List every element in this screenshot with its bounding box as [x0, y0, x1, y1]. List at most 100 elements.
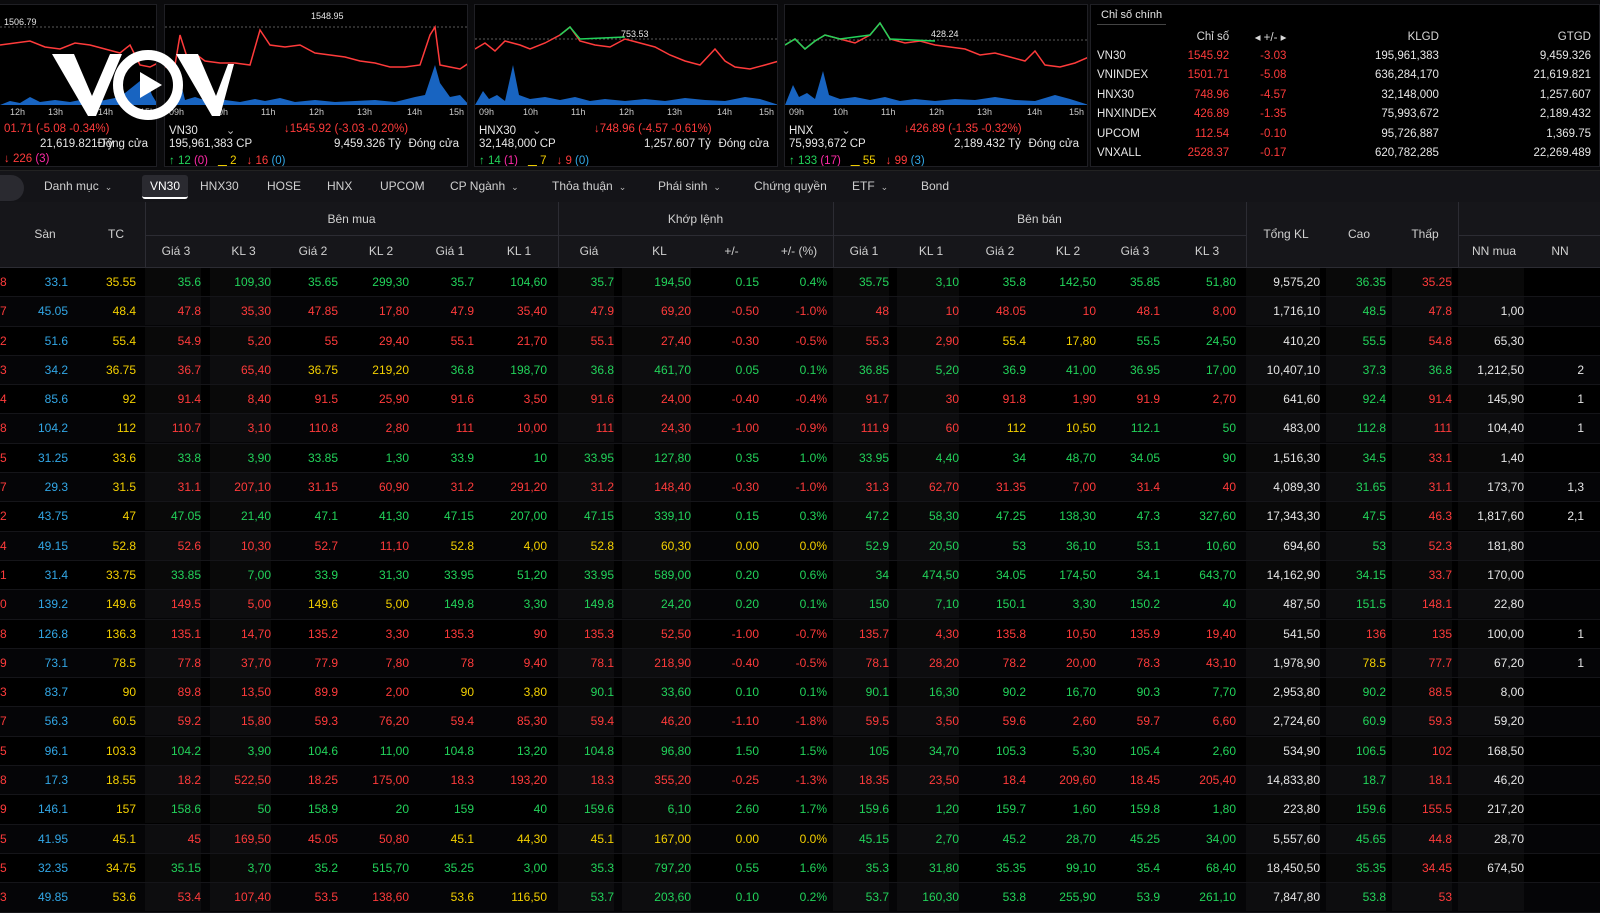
cell-match-change-pct: 0.1% — [799, 685, 827, 700]
index-row[interactable]: HNXINDEX 426.89 -1.35 75,993,672 2,189.432 — [1091, 105, 1599, 125]
tab-cp-ngành[interactable]: CP Ngành ⌄ — [450, 179, 519, 193]
cell-reference: 136.3 — [105, 626, 136, 641]
hnx30-chart-panel[interactable]: 753.53 09h 10h 11h 12h 13h 14h 15h HNX30… — [474, 4, 778, 167]
table-row[interactable]: 5 32.35 34.75 35.15 3,70 35.2 515,70 35.25 3,00 3… — [0, 854, 1600, 884]
cell-ask-vol-3: 51,80 — [1205, 275, 1236, 289]
tab-upcom[interactable]: UPCOM — [380, 179, 425, 193]
down-arrow-icon: ↓ — [4, 153, 10, 165]
cell-ceiling: 9 — [0, 802, 7, 817]
index-row[interactable]: UPCOM 112.54 -0.10 95,726,887 1,369.75 — [1091, 124, 1599, 144]
cell-bid-price-2: 158.9 — [307, 802, 338, 817]
cell-ceiling: 5 — [0, 831, 7, 846]
cell-low: 91.4 — [1392, 385, 1452, 413]
tab-vn30[interactable]: VN30 — [142, 175, 189, 199]
cell-bid-vol-2: 50,80 — [378, 831, 409, 846]
index-row[interactable]: VN30 1545.92 -3.03 195,961,383 9,459.326 — [1091, 46, 1599, 66]
time-label: 13h — [357, 107, 372, 117]
index-volume: 636,284,170 — [1374, 69, 1439, 82]
cell-ceiling: 0 — [0, 597, 7, 612]
table-row[interactable]: 9 73.1 78.5 77.8 37,70 77.9 7,80 78 9,40 78.1 218,… — [0, 648, 1600, 679]
cell-total-volume: 641,60 — [1246, 385, 1320, 413]
tab-hnx30[interactable]: HNX30 — [200, 179, 239, 193]
index-row[interactable]: VNINDEX 1501.71 -5.08 636,284,170 21,619.821 — [1091, 66, 1599, 86]
cell-foreign-buy: 181,80 — [1458, 532, 1524, 560]
cell-low: 155.5 — [1392, 795, 1452, 823]
table-row[interactable]: 5 31.25 33.6 33.8 3,90 33.85 1,30 33.9 10 33.95 12… — [0, 444, 1600, 474]
cell-bid-price-1: 53.6 — [450, 890, 474, 905]
tab-phái-sinh[interactable]: Phái sinh ⌄ — [658, 179, 721, 193]
table-row[interactable]: 1 31.4 33.75 33.85 7,00 33.9 31,30 33.95 51,20 33… — [0, 561, 1600, 591]
cell-high: 47.5 — [1326, 502, 1386, 530]
cell-bid-vol-3: 522,50 — [210, 766, 271, 794]
table-row[interactable]: 5 41.95 45.1 45 169,50 45.05 50,80 45.1 44,30 45.… — [0, 824, 1600, 854]
cell-bid-vol-2: 29,40 — [378, 333, 409, 348]
table-row[interactable]: 8 17.3 18.55 18.2 522,50 18.25 175,00 18.3 193,2… — [0, 766, 1600, 796]
table-row[interactable]: 3 83.7 90 89.8 13,50 89.9 2,00 90 3,80 90.1 33,60 0… — [0, 678, 1600, 708]
tab-bond[interactable]: Bond — [921, 179, 949, 193]
table-row[interactable]: 2 51.6 55.4 54.9 5,20 55 29,40 55.1 21,70 55.1 27,… — [0, 327, 1600, 356]
cell-floor: 126.8 — [37, 626, 68, 641]
header-foreign-sell: NN — [1551, 244, 1569, 258]
table-row[interactable]: 0 139.2 149.6 149.5 5,00 149.6 5,00 149.8 3,30 14… — [0, 590, 1600, 620]
cell-match-change-pct: 0.4% — [799, 275, 827, 289]
tab-thỏa-thuận[interactable]: Thỏa thuận ⌄ — [552, 179, 626, 193]
cell-ask-price-2: 150.1 — [995, 597, 1026, 612]
cell-ask-price-2: 35.8 — [1002, 275, 1026, 289]
tab-main-indices[interactable]: Chỉ số chính — [1097, 9, 1167, 25]
hnx-chart-panel[interactable]: 428.24 09h 10h 11h 12h 13h 14h 15h HNX ⌄ ↓… — [784, 4, 1088, 167]
tab-danh-mục[interactable]: Danh mục ⌄ — [44, 179, 112, 193]
table-row[interactable]: 8 126.8 136.3 135.1 14,70 135.2 3,30 135.3 90 135… — [0, 620, 1600, 649]
cell-match-change-pct: 0.1% — [799, 362, 827, 377]
peak-label: 428.24 — [931, 29, 959, 39]
cell-total-volume: 534,90 — [1246, 737, 1320, 765]
cell-floor: 146.1 — [37, 802, 68, 817]
cell-ask-vol-1: 160,30 — [897, 883, 959, 911]
chevron-down-icon[interactable]: ⌄ — [532, 123, 542, 137]
chevron-down-icon[interactable]: ⌄ — [226, 123, 236, 137]
table-row[interactable]: 4 85.6 92 91.4 8,40 91.5 25,90 91.6 3,50 91.6 24,0… — [0, 385, 1600, 415]
cell-high: 151.5 — [1326, 590, 1386, 618]
index-row[interactable]: HNX30 748.96 -4.57 32,148,000 1,257.607 — [1091, 85, 1599, 105]
cell-bid-vol-1: 10 — [533, 450, 547, 465]
cell-bid-vol-1: 21,70 — [516, 333, 547, 348]
table-row[interactable]: 7 45.05 48.4 47.8 35,30 47.85 17,80 47.9 35,40 47… — [0, 297, 1600, 327]
table-row[interactable]: 8 33.1 35.55 35.6 109,30 35.65 299,30 35.7 104,6… — [0, 268, 1600, 298]
tab-hnx[interactable]: HNX — [327, 179, 352, 193]
table-row[interactable]: 9 146.1 157 158.6 50 158.9 20 159 40 159.6 6,10 2.6… — [0, 795, 1600, 825]
tab-etf[interactable]: ETF ⌄ — [852, 179, 888, 193]
ceiling-count: (0) — [193, 155, 209, 167]
index-change: -5.08 — [1260, 69, 1287, 82]
table-row[interactable]: 8 104.2 112 110.7 3,10 110.8 2,80 111 10,00 111 24… — [0, 414, 1600, 444]
cell-ask-price-1: 47.2 — [833, 502, 889, 530]
cell-bid-price-1: 111 — [455, 421, 474, 436]
table-row[interactable]: 3 34.2 36.75 36.7 65,40 36.75 219,20 36.8 198,70… — [0, 355, 1600, 386]
cell-bid-price-2: 52.7 — [314, 538, 338, 553]
cell-bid-vol-2: 60,90 — [378, 480, 409, 495]
menu-toggle-button[interactable] — [0, 175, 24, 201]
table-row[interactable]: 7 29.3 31.5 31.1 207,10 31.15 60,90 31.2 291,20 3… — [0, 473, 1600, 503]
index-row[interactable]: VNXALL 2528.37 -0.17 620,782,285 22,269.489 — [1091, 144, 1599, 164]
tab-hose[interactable]: HOSE — [267, 179, 301, 193]
table-row[interactable]: 4 49.15 52.8 52.6 10,30 52.7 11,10 52.8 4,00 52.8… — [0, 531, 1600, 561]
cell-ask-price-1: 111.9 — [833, 414, 889, 442]
floor-count: (3) — [35, 153, 50, 165]
cell-ask-price-1: 91.7 — [833, 385, 889, 413]
index-value: 112.54 — [1194, 127, 1230, 140]
cell-match-change: 0.05 — [735, 362, 759, 377]
hnx-intraday-chart: 428.24 09h 10h 11h 12h 13h 14h 15h — [785, 21, 1087, 117]
cell-reference: 48.4 — [112, 304, 136, 319]
tab-label: Thỏa thuận — [552, 179, 613, 193]
cell-foreign-buy: 28,70 — [1458, 825, 1524, 853]
table-row[interactable]: 3 49.85 53.6 53.4 107,40 53.5 138,60 53.6 116,50… — [0, 883, 1600, 913]
tab-chứng-quyền[interactable]: Chứng quyền — [754, 179, 827, 193]
cell-ask-price-2: 47.25 — [995, 509, 1026, 524]
sub-header: KL 3 — [231, 244, 256, 258]
cell-bid-price-1: 36.8 — [450, 362, 474, 377]
chevron-down-icon[interactable]: ⌄ — [841, 123, 851, 137]
cell-foreign-buy: 65,30 — [1458, 327, 1524, 355]
cell-bid-price-1: 55.1 — [450, 333, 474, 348]
cell-match-price: 59.4 — [558, 707, 614, 735]
table-row[interactable]: 2 43.75 47 47.05 21,40 47.1 41,30 47.15 207,00 47… — [0, 502, 1600, 532]
table-row[interactable]: 5 96.1 103.3 104.2 3,90 104.6 11,00 104.8 13,20 1… — [0, 737, 1600, 767]
table-row[interactable]: 7 56.3 60.5 59.2 15,80 59.3 76,20 59.4 85,30 59.4… — [0, 707, 1600, 737]
